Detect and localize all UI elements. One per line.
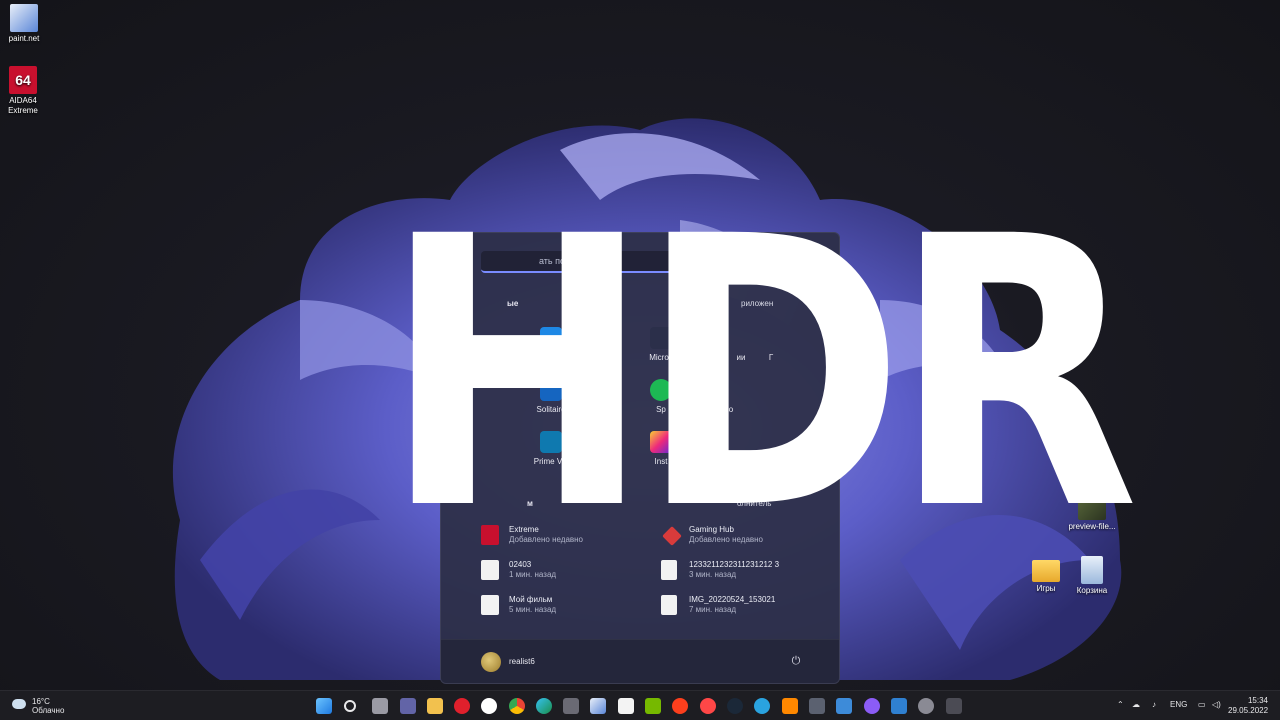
video-file-icon	[481, 595, 499, 615]
clock-date: 29.05.2022	[1228, 706, 1269, 715]
aida64-icon: 64	[9, 66, 37, 94]
volume-icon[interactable]: ◁)	[1212, 700, 1221, 709]
camera-icon[interactable]	[809, 698, 825, 714]
alice-icon[interactable]	[864, 698, 880, 714]
weather-temp: 16°C	[32, 697, 50, 706]
recommended-title: IMG_20220524_153021	[689, 595, 776, 604]
microsoft-store-icon[interactable]	[618, 698, 634, 714]
yandex-browser-icon[interactable]	[481, 698, 497, 714]
paintnet-icon[interactable]	[590, 698, 606, 714]
recommended-item[interactable]: IMG_20220524_153021 7 мин. назад	[661, 595, 821, 617]
steam-icon[interactable]	[727, 698, 743, 714]
nvidia-icon[interactable]	[645, 698, 661, 714]
weather-desc: Облачно	[32, 706, 65, 715]
clock[interactable]: 15:34 29.05.2022	[1228, 696, 1268, 716]
desktop-icon-label: paint.net	[8, 34, 40, 43]
telegram-icon[interactable]	[754, 698, 770, 714]
cloud-icon	[12, 699, 26, 709]
image-file-icon	[661, 595, 677, 615]
photos-icon[interactable]	[891, 698, 907, 714]
language-indicator[interactable]: ENG	[1170, 700, 1187, 709]
windows-start-icon[interactable]	[316, 698, 332, 714]
desktop-icon-label: AIDA64 Extreme	[8, 96, 38, 115]
avatar[interactable]	[481, 652, 501, 672]
teams-chat-icon[interactable]	[400, 698, 416, 714]
search-icon[interactable]	[344, 700, 356, 712]
vlc-icon[interactable]	[782, 698, 798, 714]
chevron-up-icon[interactable]: ⌃	[1117, 700, 1124, 709]
clock-time: 15:34	[1247, 696, 1268, 705]
yandex-icon[interactable]	[672, 698, 688, 714]
recommended-subtitle: 7 мин. назад	[689, 605, 737, 614]
edge-icon[interactable]	[536, 698, 552, 714]
task-view-icon[interactable]	[372, 698, 388, 714]
user-name[interactable]: realist6	[509, 657, 535, 666]
recommended-item[interactable]: Мой фильм 5 мин. назад	[481, 595, 641, 617]
hdr-overlay-text: HDR	[383, 158, 1139, 591]
network-icon[interactable]: ▭	[1198, 700, 1206, 709]
settings-icon[interactable]	[563, 698, 579, 714]
recommended-subtitle: 5 мин. назад	[509, 605, 557, 614]
gear-icon[interactable]	[918, 698, 934, 714]
onedrive-icon[interactable]: ☁	[1132, 700, 1140, 709]
calculator-icon[interactable]	[946, 698, 962, 714]
power-icon[interactable]: ⏻	[789, 654, 803, 668]
file-explorer-icon[interactable]	[427, 698, 443, 714]
ea-icon[interactable]	[700, 698, 716, 714]
desktop-icon-paintnet[interactable]: paint.net	[0, 4, 56, 44]
start-user-bar: realist6 ⏻	[441, 639, 839, 683]
desktop-icon-aida64[interactable]: 64 AIDA64 Extreme	[0, 66, 55, 116]
taskbar: 16°C Облачно ⌃ ☁ ♪ ENG ▭ ◁) 15:34 29.05.…	[0, 690, 1280, 720]
paintnet-icon	[10, 4, 38, 32]
recommended-title: Мой фильм	[509, 595, 553, 604]
microphone-icon[interactable]: ♪	[1152, 700, 1156, 709]
chrome-icon[interactable]	[509, 698, 525, 714]
remote-desktop-icon[interactable]	[836, 698, 852, 714]
opera-icon[interactable]	[454, 698, 470, 714]
